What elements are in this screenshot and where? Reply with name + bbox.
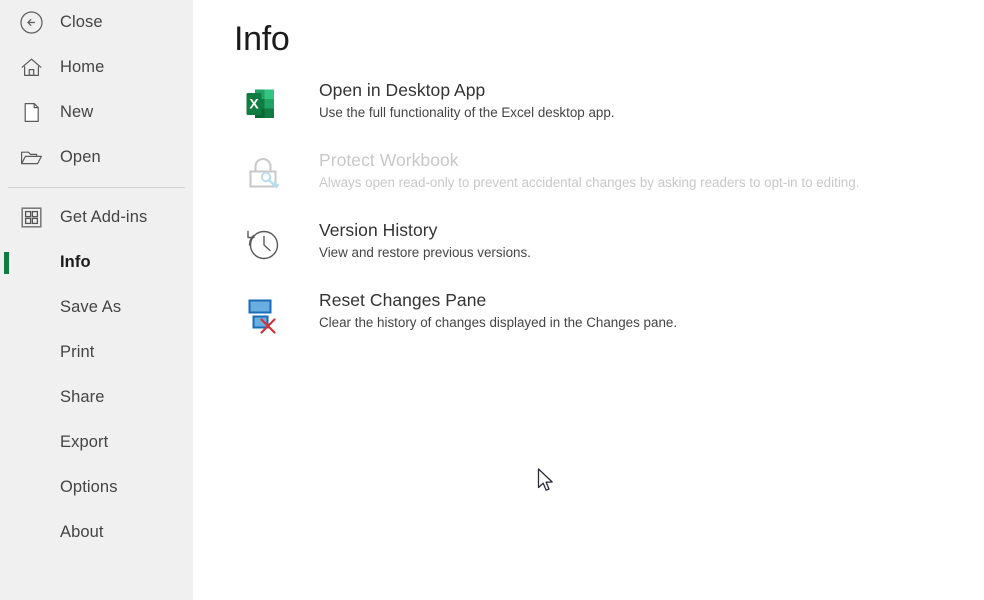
info-item-heading: Reset Changes Pane — [319, 290, 487, 310]
add-ins-grid-icon — [16, 206, 46, 229]
info-item-text: Version History View and restore previou… — [319, 220, 531, 263]
sidebar-item-label: Info — [60, 253, 91, 271]
sidebar-item-close[interactable]: Close — [0, 0, 193, 45]
info-item-description: Clear the history of changes displayed i… — [319, 314, 678, 330]
info-item-version-history[interactable]: Version History View and restore previou… — [193, 220, 984, 276]
sidebar-item-label: About — [60, 523, 104, 541]
backstage-sidebar: Close Home New Open Get Add-ins Info Sav… — [0, 0, 193, 600]
sidebar-item-save-as[interactable]: Save As — [0, 285, 193, 330]
info-options-list: X Open in Desktop App Use the full funct… — [193, 80, 984, 360]
info-item-open-in-desktop-app[interactable]: X Open in Desktop App Use the full funct… — [193, 80, 984, 136]
sidebar-item-label: Home — [60, 58, 105, 76]
sidebar-item-export[interactable]: Export — [0, 420, 193, 465]
sidebar-item-info[interactable]: Info — [0, 240, 193, 285]
info-item-reset-changes-pane[interactable]: Reset Changes Pane Clear the history of … — [193, 290, 984, 346]
svg-text:X: X — [249, 96, 259, 112]
sidebar-top-group: Close Home New Open — [0, 0, 193, 180]
reset-changes-pane-icon — [243, 290, 291, 338]
sidebar-item-label: Share — [60, 388, 105, 406]
sidebar-item-label: Options — [60, 478, 118, 496]
sidebar-item-label: Save As — [60, 298, 122, 316]
selection-indicator — [4, 251, 9, 274]
sidebar-item-get-add-ins[interactable]: Get Add-ins — [0, 195, 193, 240]
sidebar-item-new[interactable]: New — [0, 90, 193, 135]
backstage-view: Close Home New Open Get Add-ins Info Sav… — [0, 0, 984, 600]
info-item-description: Use the full functionality of the Excel … — [319, 104, 615, 120]
page-title: Info — [234, 20, 290, 58]
info-item-protect-workbook[interactable]: Protect Workbook Always open read-only t… — [193, 150, 984, 206]
new-document-icon — [16, 100, 46, 125]
info-item-description: View and restore previous versions. — [319, 244, 531, 260]
sidebar-item-label: Open — [60, 148, 101, 166]
sidebar-bottom-group: Get Add-ins Info Save As Print Share Exp — [0, 195, 193, 555]
sidebar-item-about[interactable]: About — [0, 510, 193, 555]
info-item-heading: Open in Desktop App — [319, 80, 486, 100]
open-folder-icon — [16, 145, 46, 170]
backstage-content: Info X Open in Desktop App Use the full … — [193, 0, 984, 600]
sidebar-item-home[interactable]: Home — [0, 45, 193, 90]
protect-lock-icon — [243, 150, 291, 198]
info-item-heading: Version History — [319, 220, 438, 240]
info-item-text: Reset Changes Pane Clear the history of … — [319, 290, 677, 333]
sidebar-item-open[interactable]: Open — [0, 135, 193, 180]
mouse-cursor — [537, 468, 555, 494]
sidebar-item-print[interactable]: Print — [0, 330, 193, 375]
sidebar-item-label: Close — [60, 13, 103, 31]
sidebar-item-label: Get Add-ins — [60, 208, 148, 226]
back-arrow-circle-icon — [16, 10, 46, 35]
excel-app-icon: X — [243, 80, 291, 128]
info-item-text: Protect Workbook Always open read-only t… — [319, 150, 859, 193]
sidebar-item-label: Print — [60, 343, 95, 361]
sidebar-item-label: New — [60, 103, 94, 121]
version-history-clock-icon — [243, 220, 291, 268]
sidebar-item-share[interactable]: Share — [0, 375, 193, 420]
home-icon — [16, 55, 46, 80]
info-item-description: Always open read-only to prevent acciden… — [319, 174, 860, 190]
info-item-text: Open in Desktop App Use the full functio… — [319, 80, 615, 123]
sidebar-item-options[interactable]: Options — [0, 465, 193, 510]
sidebar-divider — [8, 187, 185, 188]
info-item-heading: Protect Workbook — [319, 150, 459, 170]
sidebar-item-label: Export — [60, 433, 109, 451]
